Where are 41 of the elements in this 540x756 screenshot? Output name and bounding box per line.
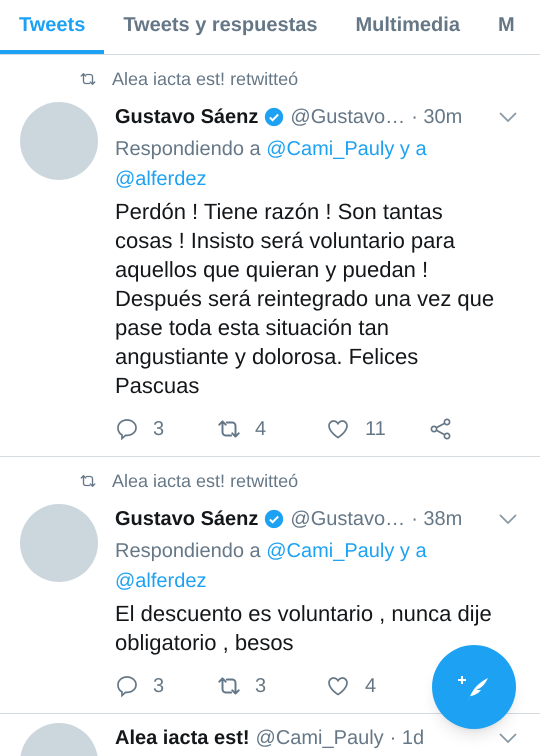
profile-tab[interactable]: Tweets y respuestas	[104, 0, 336, 54]
share-icon[interactable]	[429, 417, 453, 441]
tweet-text: Perdón ! Tiene razón ! Son tantas cosas ! Insisto será voluntario para aquellos que quieran y puedan ! Después será reintegrado una vez que pase toda esta situación tan angustiante y dolorosa. Felices Pascuas	[115, 198, 496, 400]
chevron-down-icon[interactable]	[498, 111, 518, 123]
tweet-time: · 1d	[390, 726, 424, 751]
mention-link[interactable]: @Cami_Pauly y a	[266, 540, 427, 562]
like-icon[interactable]	[325, 417, 351, 441]
like-count: 4	[365, 674, 376, 699]
tweet-text: El descuento es voluntario , nunca dije obligatorio , besos	[115, 600, 493, 657]
retweeted-by-label: Alea iacta est! retwitteó	[112, 470, 298, 492]
tweet-time: · 30m	[411, 105, 462, 130]
profile-tab[interactable]: Multimedia	[336, 0, 479, 54]
retweet-icon	[78, 70, 98, 88]
retweet-count: 4	[255, 417, 266, 442]
reply-icon[interactable]	[115, 674, 139, 698]
profile-tab[interactable]: Tweets	[0, 0, 104, 54]
reply-icon[interactable]	[115, 417, 139, 441]
author-name[interactable]: Alea iacta est!	[115, 723, 250, 753]
mention-link[interactable]: @Cami_Pauly y a	[266, 138, 427, 160]
mention-link[interactable]: @alferdez	[115, 168, 206, 190]
replying-to-text: Respondiendo a @Cami_Pauly y a @alferdez	[115, 539, 428, 594]
reply-count: 3	[153, 674, 164, 699]
profile-tab[interactable]: M	[478, 0, 534, 54]
replying-to-text: Respondiendo a @Cami_Pauly y a @alferdez	[115, 137, 428, 192]
like-count: 11	[365, 417, 386, 442]
chevron-down-icon[interactable]	[498, 513, 518, 525]
author-name[interactable]: Gustavo Sáenz	[115, 504, 258, 534]
chevron-down-icon[interactable]	[498, 732, 518, 744]
author-handle[interactable]: @Gustavo…	[290, 102, 406, 132]
verified-badge-icon	[264, 107, 284, 127]
retweet-count: 3	[255, 674, 266, 699]
mention-link[interactable]: @alferdez	[115, 570, 206, 592]
verified-badge-icon	[264, 509, 284, 529]
reply-count: 3	[153, 417, 164, 442]
author-handle[interactable]: @Gustavo…	[290, 504, 406, 534]
author-name[interactable]: Gustavo Sáenz	[115, 102, 258, 132]
like-icon[interactable]	[325, 674, 351, 698]
retweeted-by-label: Alea iacta est! retwitteó	[112, 68, 298, 90]
retweet-icon	[78, 472, 98, 490]
tweet-time: · 38m	[411, 507, 462, 532]
author-handle[interactable]: @Cami_Pauly	[256, 723, 384, 753]
